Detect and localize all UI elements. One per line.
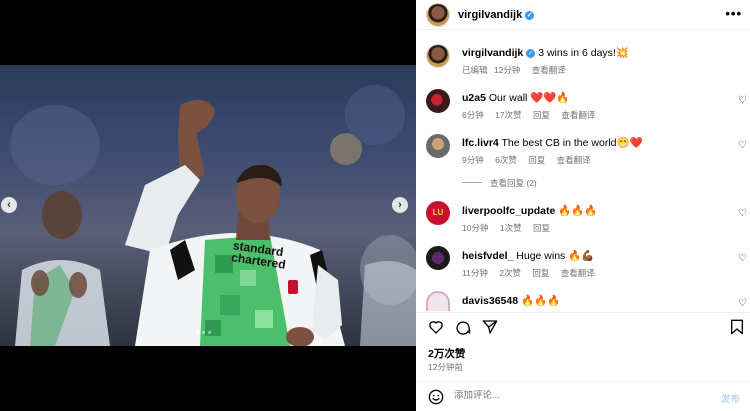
emoji-smiley-icon[interactable] (428, 389, 444, 405)
comment-reply-link[interactable]: 回复 (533, 110, 550, 120)
comment-username[interactable]: davis36548 (462, 295, 518, 307)
comment-time: 10分钟 (462, 223, 489, 233)
comment-reply-link[interactable]: 回复 (528, 155, 545, 165)
bookmark-icon[interactable] (730, 319, 744, 335)
comment-text: lfc.livr4 The best CB in the world😁❤️ (462, 136, 643, 149)
comment-like-heart-icon[interactable]: ♡ (738, 253, 747, 264)
carousel-dot (196, 331, 199, 334)
comment-reply-link[interactable]: 回复 (533, 223, 550, 233)
caption-time: 12分钟 (493, 65, 521, 75)
comment-body: 🔥🔥🔥 (558, 205, 598, 217)
comment-body: The best CB in the world😁❤️ (501, 137, 643, 149)
comment-avatar[interactable] (426, 246, 450, 270)
comment-input[interactable] (454, 390, 704, 401)
comment-likes[interactable]: 6次赞 (495, 155, 517, 165)
carousel-dot (208, 331, 211, 334)
caption-author[interactable]: virgilvandijk (462, 47, 523, 59)
post-side-panel: virgilvandijk ✓ ••• virgilvandijk ✓ 3 wins… (416, 0, 750, 411)
carousel-dot (202, 331, 205, 334)
likes-count[interactable]: 2万次赞 (428, 346, 465, 361)
player-illustration (15, 100, 416, 346)
next-image-button[interactable]: › (392, 197, 408, 213)
edited-label: 已编辑 (462, 65, 488, 75)
comment-translate-link[interactable]: 查看翻译 (561, 110, 595, 120)
post-actions-bar (416, 312, 750, 342)
comment-meta: 9分钟 6次赞 回复 查看翻译 (462, 154, 600, 166)
comment-body: Our wall ❤️❤️🔥 (488, 92, 570, 104)
prev-image-button[interactable]: ‹ (1, 197, 17, 213)
author-name[interactable]: virgilvandijk (458, 9, 522, 21)
media-panel: standard chartered ‹ › (0, 0, 416, 411)
comment-reply-link[interactable]: 回复 (532, 268, 549, 278)
comment-username[interactable]: u2a5 (462, 92, 486, 104)
more-options-icon[interactable]: ••• (725, 6, 742, 21)
comment-translate-link[interactable]: 查看翻译 (561, 268, 595, 278)
comment-like-heart-icon[interactable]: ♡ (738, 298, 747, 309)
comment-time: 6分钟 (462, 110, 484, 120)
caption-body: 3 wins in 6 days! (538, 47, 616, 59)
comment-time: 11分钟 (462, 268, 488, 278)
comment-avatar[interactable] (426, 134, 450, 158)
add-comment-bar: 发布 (416, 381, 750, 411)
caption-text: virgilvandijk ✓ 3 wins in 6 days!💥 (462, 46, 629, 59)
comment-avatar[interactable] (426, 89, 450, 113)
comment-text: davis36548 🔥🔥🔥 (462, 294, 560, 307)
comment-like-heart-icon[interactable]: ♡ (738, 208, 747, 219)
caption-translate-link[interactable]: 查看翻译 (532, 65, 566, 75)
comment-translate-link[interactable]: 查看翻译 (557, 155, 591, 165)
author-username-header[interactable]: virgilvandijk ✓ (458, 9, 535, 21)
comment-avatar[interactable] (426, 291, 450, 311)
comment-like-heart-icon[interactable]: ♡ (738, 140, 747, 151)
comment-username[interactable]: liverpoolfc_update (462, 205, 555, 217)
comment-avatar[interactable]: LU (426, 201, 450, 225)
comment-meta: 11分钟 2次赞 回复 查看翻译 (462, 267, 604, 279)
caption-avatar[interactable] (426, 44, 450, 68)
verified-badge-icon: ✓ (525, 11, 535, 20)
post-time: 12分钟前 (428, 362, 463, 372)
post-photo[interactable]: standard chartered (0, 65, 416, 346)
comment-username[interactable]: heisfvdel_ (462, 250, 513, 262)
comment-text: liverpoolfc_update 🔥🔥🔥 (462, 204, 598, 217)
verified-badge-icon: ✓ (526, 49, 536, 58)
like-heart-icon[interactable] (428, 319, 444, 335)
caption-emoji: 💥 (615, 47, 629, 59)
comment-time: 9分钟 (462, 155, 484, 165)
comment-likes[interactable]: 2次赞 (499, 268, 521, 278)
post-header: virgilvandijk ✓ ••• (416, 0, 750, 30)
comment-text: heisfvdel_ Huge wins 🔥💪🏾 (462, 249, 594, 262)
share-paper-plane-icon[interactable] (482, 319, 498, 335)
caption-meta: 已编辑 12分钟 查看翻译 (462, 64, 575, 76)
comment-likes[interactable]: 17次赞 (495, 110, 521, 120)
comment-text: u2a5 Our wall ❤️❤️🔥 (462, 91, 570, 104)
comment-bubble-icon[interactable] (455, 319, 471, 335)
comment-likes[interactable]: 1次赞 (500, 223, 522, 233)
comment-meta: 6分钟 17次赞 回复 查看翻译 (462, 109, 604, 121)
carousel-dots (196, 331, 211, 334)
comment-body: Huge wins 🔥💪🏾 (516, 250, 595, 262)
comment-like-heart-icon[interactable]: ♡ (738, 95, 747, 106)
comment-meta: 10分钟 1次赞 回复 (462, 222, 559, 234)
comment-username[interactable]: lfc.livr4 (462, 137, 499, 149)
comment-body: 🔥🔥🔥 (520, 295, 561, 307)
view-replies-link[interactable]: 查看回复 (2) (462, 177, 537, 189)
post-comment-button[interactable]: 发布 (721, 391, 740, 405)
author-avatar[interactable] (426, 3, 450, 27)
